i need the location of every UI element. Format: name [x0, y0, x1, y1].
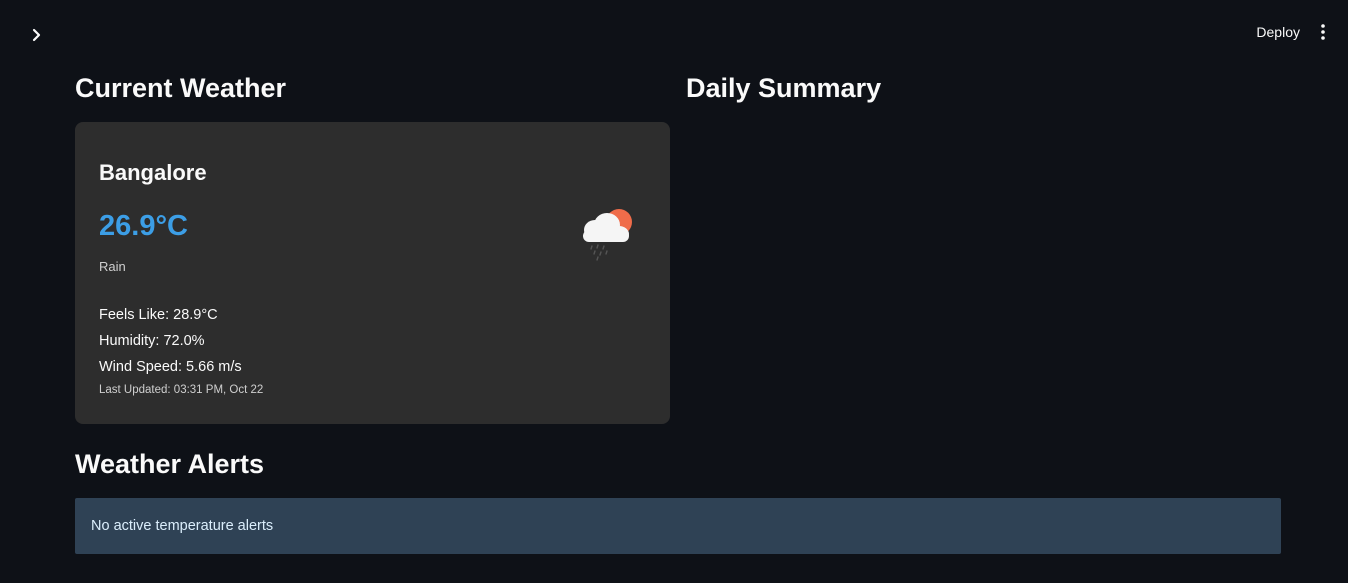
- temperature-value: 26.9°C: [99, 210, 188, 242]
- toolbar: Deploy: [1256, 18, 1332, 46]
- weather-condition: Rain: [99, 259, 126, 274]
- more-vertical-icon: [1321, 24, 1325, 40]
- city-name: Bangalore: [99, 160, 207, 185]
- alert-info-box: No active temperature alerts: [75, 498, 1281, 554]
- main-menu-button[interactable]: [1314, 19, 1332, 45]
- alert-message: No active temperature alerts: [91, 518, 274, 534]
- feels-like: Feels Like: 28.9°C: [99, 307, 218, 323]
- daily-summary-heading: Daily Summary: [686, 73, 882, 103]
- wind-speed: Wind Speed: 5.66 m/s: [99, 359, 242, 375]
- deploy-button[interactable]: Deploy: [1256, 24, 1300, 40]
- rain-cloud-sun-icon: [583, 209, 632, 261]
- last-updated: Last Updated: 03:31 PM, Oct 22: [99, 384, 264, 396]
- current-weather-heading: Current Weather: [75, 73, 287, 103]
- weather-card: Bangalore 26.9°C Rain Feels Like: 28.9°C…: [75, 122, 670, 424]
- sidebar-expand-button[interactable]: [24, 22, 50, 48]
- chevron-right-icon: [32, 28, 41, 42]
- weather-alerts-heading: Weather Alerts: [75, 449, 265, 479]
- humidity: Humidity: 72.0%: [99, 333, 205, 349]
